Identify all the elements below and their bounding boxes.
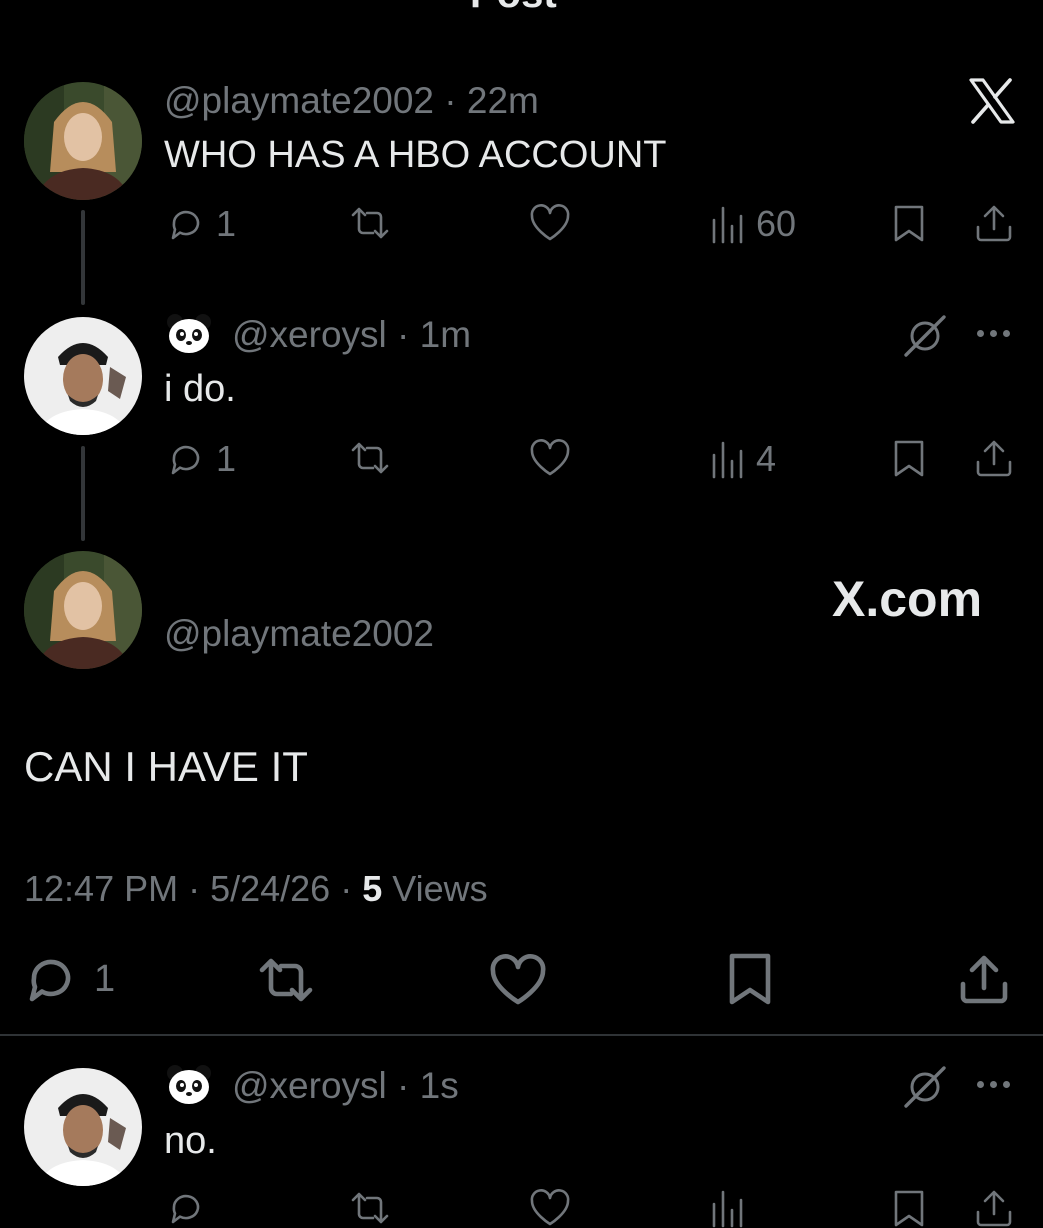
post-time: 12:47 PM: [24, 868, 179, 909]
repost-icon: [351, 442, 389, 474]
share-button[interactable]: [974, 1188, 1014, 1228]
like-button[interactable]: [528, 438, 572, 478]
x-logo-icon[interactable]: [968, 78, 1016, 124]
avatar-woman[interactable]: [24, 551, 142, 669]
heart-icon: [530, 439, 570, 476]
grok-icon[interactable]: [902, 1064, 948, 1110]
heart-icon: [530, 204, 570, 241]
repost-button[interactable]: [347, 203, 393, 243]
avatar-woman-image: [24, 551, 142, 669]
post-meta: @xeroysl · 1m: [232, 314, 472, 355]
panda-emoji: [167, 314, 211, 353]
post-time[interactable]: 22m: [467, 80, 539, 121]
grok-icon[interactable]: [902, 313, 948, 359]
post-meta: @playmate2002 · 22m: [164, 80, 539, 121]
reply-button[interactable]: 1: [166, 438, 236, 480]
views-count: 4: [756, 438, 777, 479]
avatar-woman-image: [24, 82, 142, 200]
reply-button[interactable]: [166, 1188, 206, 1228]
reply-count: 1: [216, 438, 237, 479]
bookmark-icon: [894, 1190, 924, 1227]
repost-icon[interactable]: [254, 954, 318, 1006]
post-meta: @xeroysl · 1s: [232, 1065, 459, 1106]
views-chart-icon: [712, 206, 743, 244]
repost-icon: [351, 1192, 389, 1224]
views-button[interactable]: 4: [710, 438, 776, 480]
avatar-man[interactable]: [24, 1068, 142, 1186]
bookmark-icon[interactable]: [726, 952, 774, 1006]
heart-icon[interactable]: [488, 954, 548, 1006]
reply-count: 1: [94, 957, 116, 1000]
post-username[interactable]: @xeroysl: [232, 1065, 387, 1106]
panda-emoji: [167, 1065, 211, 1104]
reply-icon: [171, 210, 200, 240]
page-title: Post: [470, 0, 557, 17]
focused-username[interactable]: @playmate2002: [164, 613, 434, 655]
share-icon: [976, 440, 1012, 477]
post-username[interactable]: @xeroysl: [232, 314, 387, 355]
post-time[interactable]: 1m: [420, 314, 471, 355]
views-count: 5: [362, 868, 383, 909]
views-button[interactable]: 60: [710, 203, 796, 245]
post-text: no.: [164, 1120, 217, 1162]
avatar-man[interactable]: [24, 317, 142, 435]
post-timestamp: 12:47 PM · 5/24/26 · 5 Views: [24, 868, 488, 909]
post-text: WHO HAS A HBO ACCOUNT: [164, 134, 667, 176]
bookmark-button[interactable]: [890, 438, 928, 478]
reply-icon: [171, 445, 200, 475]
divider: [0, 1034, 1043, 1036]
focused-post-text: CAN I HAVE IT: [24, 743, 308, 790]
avatar-man-image: [24, 1068, 142, 1186]
share-icon: [976, 1190, 1012, 1227]
x-com-watermark: X.com: [832, 571, 983, 627]
like-button[interactable]: [528, 1188, 572, 1228]
reply-button[interactable]: 1: [166, 203, 236, 245]
more-options-icon[interactable]: [977, 330, 1010, 337]
bookmark-button[interactable]: [890, 1188, 928, 1228]
reply-count: 1: [216, 203, 237, 244]
post-time[interactable]: 1s: [420, 1065, 459, 1106]
share-icon[interactable]: [958, 952, 1010, 1006]
avatar-woman[interactable]: [24, 82, 142, 200]
thread-connector: [81, 210, 85, 305]
repost-button[interactable]: [347, 1188, 393, 1228]
avatar-man-image: [24, 317, 142, 435]
views-count: 60: [756, 203, 797, 244]
reply-icon: [171, 1194, 200, 1224]
repost-button[interactable]: [347, 438, 393, 478]
post-username[interactable]: @playmate2002: [164, 80, 434, 121]
share-icon: [976, 205, 1012, 242]
post-date: 5/24/26: [210, 868, 331, 909]
share-button[interactable]: [974, 203, 1014, 243]
reply-icon: [29, 959, 71, 1002]
heart-icon: [530, 1189, 570, 1226]
reply-button[interactable]: 1: [24, 952, 115, 1006]
thread-connector: [81, 446, 85, 541]
views-button[interactable]: [710, 1188, 746, 1228]
like-button[interactable]: [528, 203, 572, 243]
share-button[interactable]: [974, 438, 1014, 478]
bookmark-icon: [894, 440, 924, 477]
repost-icon: [351, 207, 389, 239]
more-options-icon[interactable]: [977, 1081, 1010, 1088]
views-chart-icon: [712, 1190, 743, 1228]
bookmark-button[interactable]: [890, 203, 928, 243]
views-chart-icon: [712, 441, 743, 479]
views-label[interactable]: Views: [392, 868, 487, 909]
bookmark-icon: [894, 205, 924, 242]
back-arrow-icon[interactable]: [30, 0, 70, 16]
post-text: i do.: [164, 368, 236, 410]
